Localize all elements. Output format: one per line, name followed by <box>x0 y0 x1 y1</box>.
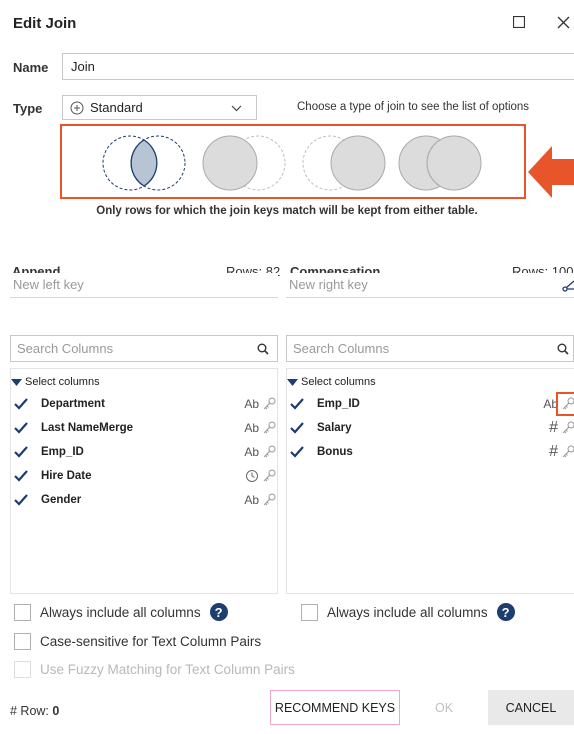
plus-circle-icon <box>70 101 84 114</box>
maximize-icon <box>513 16 525 28</box>
always-include-left-checkbox[interactable] <box>14 603 31 621</box>
row-count-display: # Row: 0 <box>10 704 59 718</box>
case-sensitive-checkbox[interactable] <box>14 633 31 650</box>
chevron-down-icon <box>231 105 242 112</box>
key-icon[interactable] <box>259 493 276 507</box>
full-join-icon[interactable] <box>396 132 488 194</box>
case-sensitive-option[interactable]: Case-sensitive for Text Column Pairs <box>14 633 261 650</box>
left-column-list: Department Ab Last NameMerge Ab Emp_ID A… <box>14 392 276 512</box>
list-item[interactable]: Emp_ID Ab <box>14 440 276 464</box>
column-name: Last NameMerge <box>41 422 134 434</box>
numeric-type-icon: # <box>549 419 558 436</box>
key-icon[interactable] <box>259 421 276 435</box>
check-icon <box>290 398 304 410</box>
right-join-icon[interactable] <box>300 132 392 194</box>
right-select-columns-label: Select columns <box>301 376 376 388</box>
always-include-right-checkbox[interactable] <box>301 603 318 621</box>
name-label: Name <box>13 60 49 75</box>
always-include-right-label: Always include all columns <box>327 604 488 620</box>
left-search-placeholder: Search Columns <box>17 341 114 356</box>
check-icon <box>14 494 28 506</box>
left-columns-panel: Select columns Department Ab Last NameMe… <box>10 368 278 594</box>
always-include-left-option[interactable]: Always include all columns ? <box>14 603 228 621</box>
search-icon[interactable] <box>557 343 569 355</box>
maximize-button[interactable] <box>507 10 531 34</box>
right-columns-panel: Select columns Emp_ID Ab Salary # Bonus … <box>286 368 574 594</box>
list-item[interactable]: Gender Ab <box>14 488 276 512</box>
case-sensitive-label: Case-sensitive for Text Column Pairs <box>40 634 262 649</box>
check-icon <box>14 470 28 482</box>
left-join-icon[interactable] <box>200 132 292 194</box>
search-icon[interactable] <box>257 343 269 355</box>
row-count-value: 0 <box>52 704 60 718</box>
key-icon[interactable] <box>558 421 574 435</box>
recommend-keys-button[interactable]: RECOMMEND KEYS <box>270 690 400 725</box>
check-icon <box>290 422 304 434</box>
key-icon[interactable] <box>259 445 276 459</box>
column-name: Salary <box>317 422 352 434</box>
dialog-title: Edit Join <box>13 15 77 32</box>
column-name: Department <box>41 398 105 410</box>
ok-button[interactable]: OK <box>406 690 482 725</box>
check-icon <box>14 422 28 434</box>
text-type-icon: Ab <box>244 397 259 411</box>
help-icon[interactable]: ? <box>209 603 228 621</box>
column-name: Bonus <box>317 446 353 458</box>
name-input[interactable]: Join <box>62 53 574 80</box>
scissors-icon[interactable] <box>562 280 574 292</box>
inner-join-icon[interactable] <box>100 132 192 194</box>
caret-down-icon <box>11 378 22 386</box>
key-icon[interactable] <box>556 392 574 416</box>
close-icon <box>557 16 569 28</box>
fuzzy-matching-label: Use Fuzzy Matching for Text Column Pairs <box>40 662 295 677</box>
right-select-columns[interactable]: Select columns <box>287 376 376 388</box>
key-icon[interactable] <box>259 397 276 411</box>
text-type-icon: Ab <box>244 493 259 507</box>
list-item[interactable]: Hire Date <box>14 464 276 488</box>
row-count-label: # Row: <box>10 704 49 718</box>
text-type-icon: Ab <box>244 421 259 435</box>
join-type-dropdown[interactable]: Standard <box>62 95 257 120</box>
join-type-value: Standard <box>90 100 143 115</box>
numeric-type-icon: # <box>549 443 558 460</box>
type-label: Type <box>13 101 43 116</box>
right-column-list: Emp_ID Ab Salary # Bonus # <box>290 392 574 464</box>
always-include-left-label: Always include all columns <box>40 604 201 620</box>
close-button[interactable] <box>551 10 574 34</box>
right-search-placeholder: Search Columns <box>293 341 390 356</box>
list-item[interactable]: Last NameMerge Ab <box>14 416 276 440</box>
arrow-left-icon <box>528 146 574 198</box>
right-search-input[interactable]: Search Columns <box>286 335 574 362</box>
list-item[interactable]: Salary # <box>290 416 574 440</box>
list-item[interactable]: Department Ab <box>14 392 276 416</box>
check-icon <box>14 446 28 458</box>
text-type-icon: Ab <box>244 445 259 459</box>
left-select-columns-label: Select columns <box>25 376 100 388</box>
list-item[interactable]: Bonus # <box>290 440 574 464</box>
list-item[interactable]: Emp_ID Ab <box>290 392 574 416</box>
join-type-hint: Choose a type of join to see the list of… <box>297 101 530 113</box>
help-icon[interactable]: ? <box>496 603 515 621</box>
left-key-input[interactable]: New left key <box>10 273 278 298</box>
key-icon[interactable] <box>259 469 276 483</box>
join-description: Only rows for which the join keys match … <box>96 205 478 217</box>
clock-icon <box>239 469 259 483</box>
check-icon <box>290 446 304 458</box>
text-type-icon: Ab <box>543 397 558 411</box>
left-select-columns[interactable]: Select columns <box>11 376 100 388</box>
column-name: Emp_ID <box>317 398 360 410</box>
key-icon[interactable] <box>558 445 574 459</box>
always-include-right-option[interactable]: Always include all columns ? <box>301 603 515 621</box>
check-icon <box>14 398 28 410</box>
column-name: Emp_ID <box>41 446 84 458</box>
fuzzy-matching-option: Use Fuzzy Matching for Text Column Pairs <box>14 661 295 678</box>
left-search-input[interactable]: Search Columns <box>10 335 278 362</box>
right-key-input[interactable]: New right key <box>286 273 574 298</box>
cancel-button[interactable]: CANCEL <box>488 690 574 725</box>
column-name: Hire Date <box>41 470 92 482</box>
fuzzy-matching-checkbox <box>14 661 31 678</box>
caret-down-icon <box>287 378 298 386</box>
column-name: Gender <box>41 494 82 506</box>
